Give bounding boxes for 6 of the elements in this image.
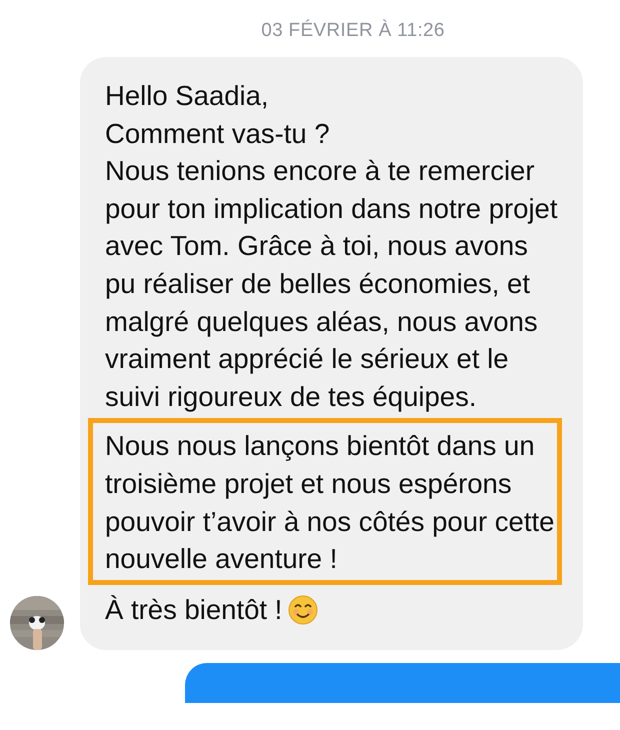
message-text: Hello Saadia, [105,79,270,113]
message-text: À très bientôt ! [105,592,282,627]
highlighted-paragraph: Nous nous lançons bientôt dans un troisième projet et nous espérons pouvoir t’avoir à nos côtés pour cette nouvelle aventure ! [105,429,556,576]
message-text: Nous tenions encore à te remercier pour ton implication dans notre projet avec Tom. Grâce à toi, nous avons pu réaliser de belles économies, et malgré quelques aléas, nous avons vraiment apprécié le sérieux et le suivi rigoureux de tes équipes. [105,154,558,414]
message-timestamp: 03 FÉVRIER À 11:26 [261,20,445,42]
message-text: Comment vas-tu ? [105,116,331,151]
